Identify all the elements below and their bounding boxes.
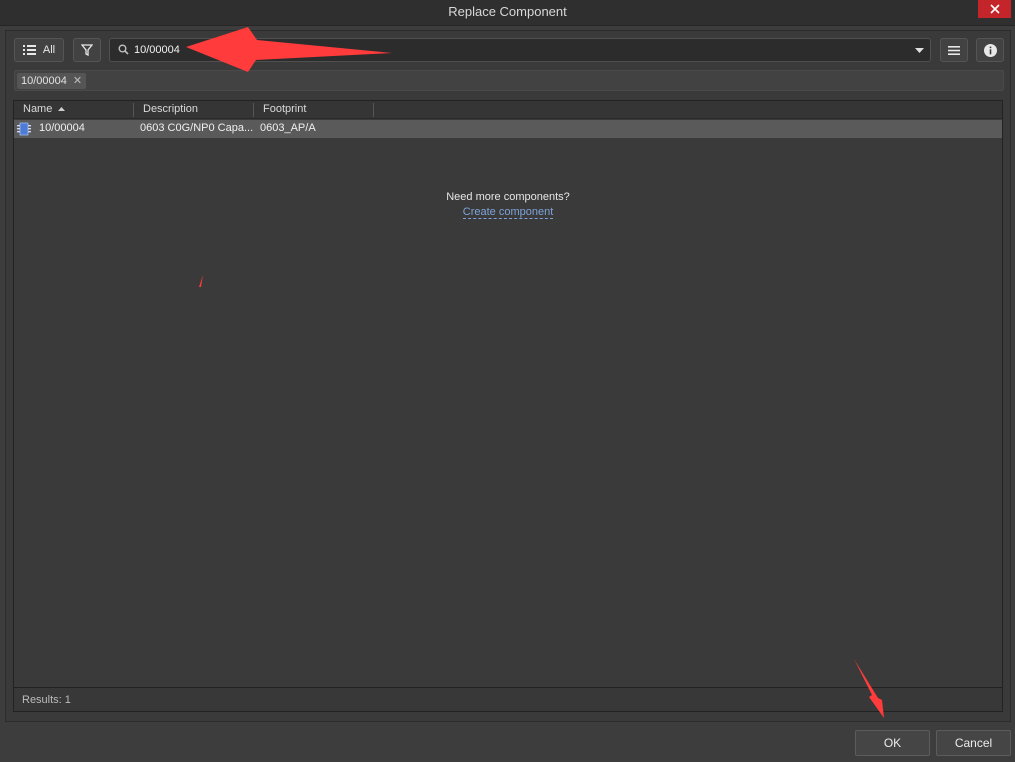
create-component-link[interactable]: Create component bbox=[14, 206, 1002, 219]
close-button[interactable] bbox=[978, 0, 1011, 18]
chevron-down-icon[interactable] bbox=[915, 48, 924, 53]
cell-description: 0603 C0G/NP0 Capa... bbox=[140, 122, 254, 134]
info-button[interactable] bbox=[976, 38, 1004, 62]
list-icon bbox=[22, 45, 36, 55]
filter-tag-label: 10/00004 bbox=[21, 75, 67, 87]
all-filter-button[interactable]: All bbox=[14, 38, 64, 62]
filter-button[interactable] bbox=[73, 38, 101, 62]
funnel-icon bbox=[81, 44, 93, 56]
table-row[interactable]: 10/00004 0603 C0G/NP0 Capa... 0603_AP/A bbox=[14, 120, 1002, 138]
search-input[interactable] bbox=[134, 42, 894, 58]
component-icon bbox=[17, 122, 31, 136]
cancel-button[interactable]: Cancel bbox=[936, 730, 1011, 756]
tag-bar: 10/00004 ✕ bbox=[14, 70, 1004, 91]
close-icon bbox=[989, 4, 1000, 14]
cell-name: 10/00004 bbox=[39, 122, 85, 134]
dialog-body: All 10/00004 ✕ bbox=[5, 30, 1011, 722]
sort-ascending-icon bbox=[58, 107, 66, 111]
remove-tag-icon[interactable]: ✕ bbox=[73, 75, 82, 87]
column-separator[interactable] bbox=[373, 103, 374, 117]
ok-button[interactable]: OK bbox=[855, 730, 930, 756]
title-bar: Replace Component bbox=[0, 0, 1015, 26]
filter-tag-chip[interactable]: 10/00004 ✕ bbox=[17, 73, 87, 89]
column-separator[interactable] bbox=[253, 103, 254, 117]
column-separator[interactable] bbox=[133, 103, 134, 117]
cell-footprint: 0603_AP/A bbox=[260, 122, 316, 134]
hamburger-icon bbox=[948, 45, 960, 55]
component-grid: Name Description Footprint 10/00004 0603… bbox=[13, 100, 1003, 712]
status-bar: Results: 1 bbox=[14, 687, 1002, 711]
all-filter-label: All bbox=[42, 44, 56, 56]
column-header-name[interactable]: Name bbox=[23, 103, 66, 115]
search-icon bbox=[118, 44, 129, 55]
column-header-footprint[interactable]: Footprint bbox=[263, 103, 306, 115]
column-header-description[interactable]: Description bbox=[143, 103, 198, 115]
window-title: Replace Component bbox=[448, 4, 567, 19]
grid-header: Name Description Footprint bbox=[14, 101, 1002, 119]
results-count: Results: 1 bbox=[22, 694, 71, 706]
more-components-message: Need more components? bbox=[446, 191, 570, 203]
menu-button[interactable] bbox=[940, 38, 968, 62]
search-box[interactable] bbox=[109, 38, 931, 62]
info-icon bbox=[983, 43, 997, 57]
